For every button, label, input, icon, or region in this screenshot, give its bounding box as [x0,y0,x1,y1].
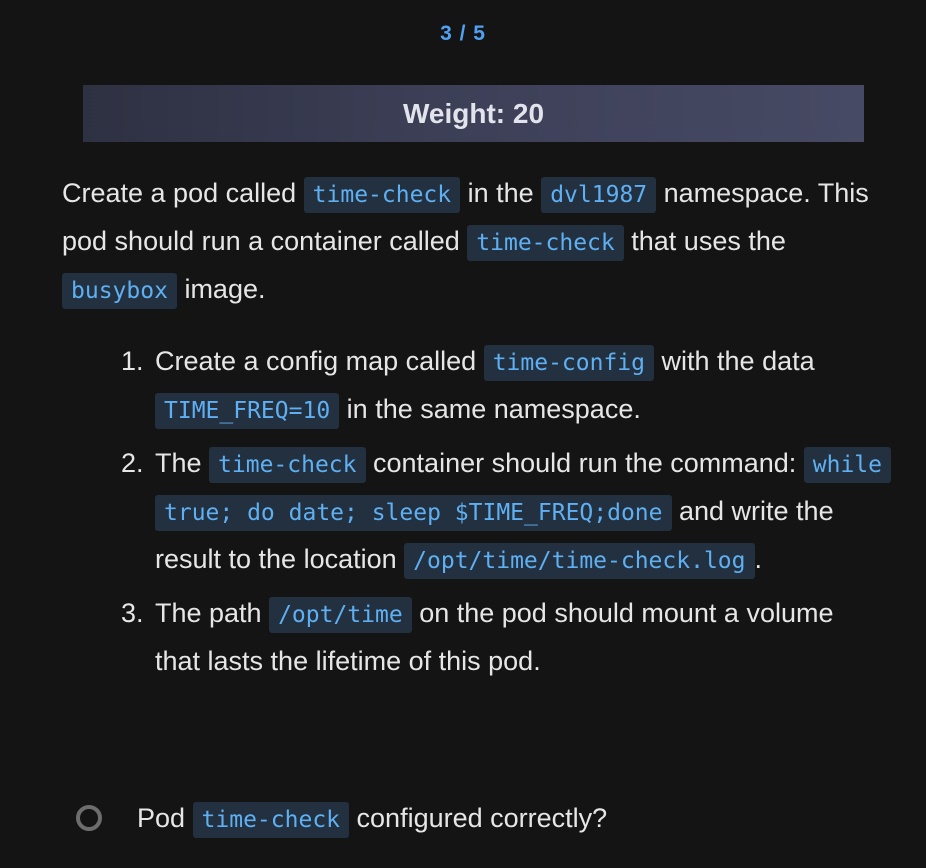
list-number: 2. [121,448,144,478]
check-text-part: configured correctly? [349,802,608,833]
step-text: Create a config map called [155,346,484,376]
list-number: 3. [121,598,144,628]
step-text: with the data [654,346,815,376]
intro-text: in the [460,178,542,208]
pod-name-code: time-check [303,177,461,213]
intro-text: image. [176,274,266,304]
container-name-code: time-check [209,447,366,483]
step-text: . [754,544,763,574]
weight-header: Weight: 20 [83,85,864,142]
radio-circle-icon[interactable] [76,805,102,831]
step-text: container should run the command: [365,448,804,478]
intro-text: that uses the [623,226,786,256]
intro-text: Create a pod called [62,178,304,208]
step-text: in the same namespace. [339,394,641,424]
weight-label: Weight: 20 [402,97,545,129]
step-text: The [155,448,210,478]
image-code: busybox [62,273,177,309]
list-item: 1. Create a config map called time-config… [121,338,882,434]
list-item: 2. The time-check container should run th… [121,440,892,584]
configmap-name-code: time-config [483,345,655,381]
requirements-list: 1. Create a config map called time-config… [62,338,892,684]
intro-paragraph: Create a pod called time-check in the dv… [62,170,882,314]
check-item[interactable]: Pod time-check configured correctly? [76,795,607,841]
pod-name-code: time-check [192,801,350,838]
task-description: Create a pod called time-check in the dv… [62,170,892,690]
list-item: 3. The path /opt/time on the pod should m… [121,590,882,684]
namespace-code: dvl1987 [541,177,657,213]
step-text: The path [155,598,270,628]
configmap-data-code: TIME_FREQ=10 [155,393,340,429]
list-number: 1. [121,346,144,376]
log-path-code: /opt/time/time-check.log [404,543,755,579]
container-name-code: time-check [467,225,624,261]
mount-path-code: /opt/time [269,597,412,633]
check-text: Pod time-check configured correctly? [137,801,608,838]
check-text-part: Pod [137,802,193,833]
question-counter: 3 / 5 [440,22,486,45]
